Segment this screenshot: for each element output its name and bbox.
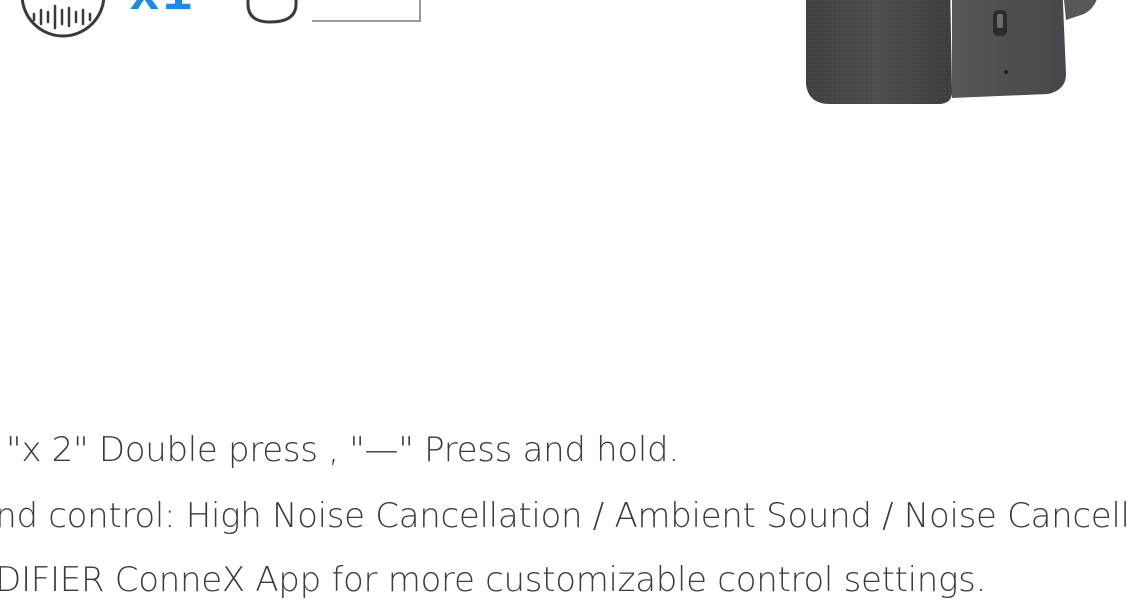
sound-control-text: und control: High Noise Cancellation / A… bbox=[0, 496, 1130, 536]
headphone-earcup-image bbox=[806, 0, 1097, 104]
app-settings-text: EDIFIER ConneX App for more customizable… bbox=[0, 560, 987, 600]
press-hold-bar-icon bbox=[312, 0, 421, 22]
sound-wave-circle-icon bbox=[20, 0, 106, 38]
press-legend-text: "x 2" Double press , "—" Press and hold. bbox=[6, 430, 679, 470]
press-count-label: x1 bbox=[130, 0, 196, 18]
gesture-legend: x1 bbox=[0, 0, 440, 50]
finger-tap-icon bbox=[246, 0, 298, 24]
